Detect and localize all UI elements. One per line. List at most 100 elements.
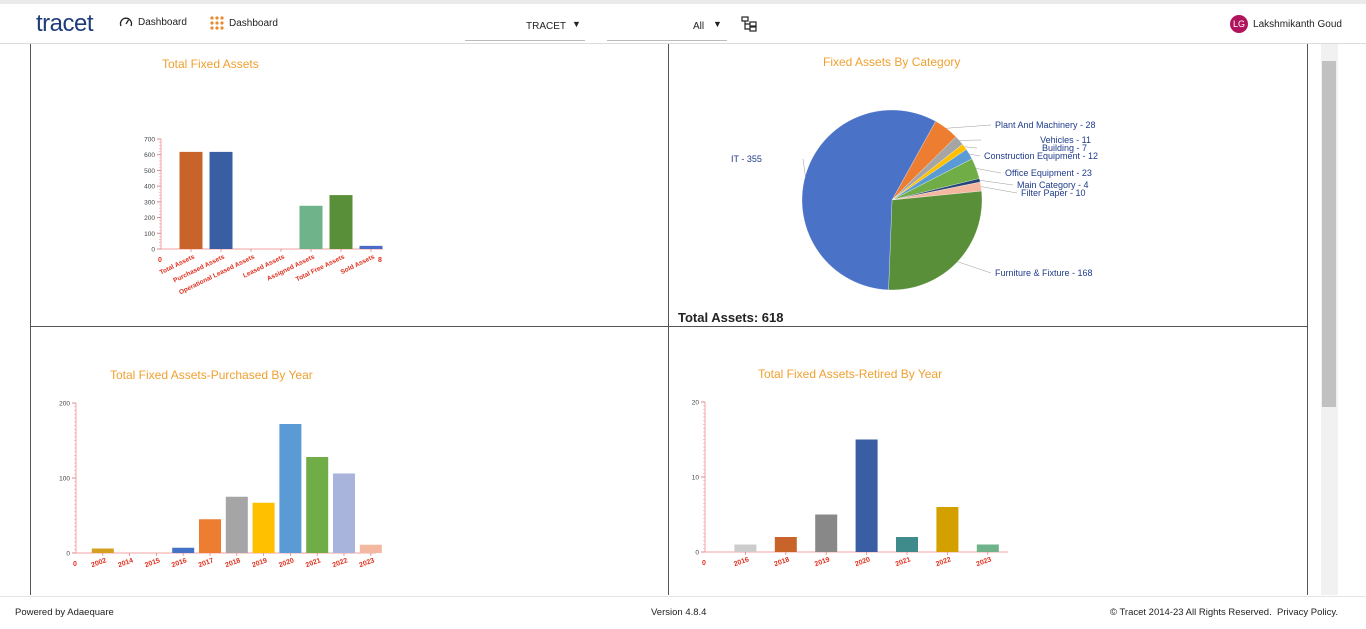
retired-by-year-chart: 0 10 20 0 2016 2018 2019 2020 2021 2022 2023	[692, 400, 1008, 568]
pie-leader-line	[979, 180, 1014, 186]
panel-title: Total Fixed Assets-Purchased By Year	[110, 368, 313, 382]
x-tick-label: 2019	[251, 557, 268, 569]
y-tick-label: 0	[151, 247, 155, 254]
bar	[209, 151, 233, 249]
x-end-label: 8	[378, 257, 382, 264]
caret-down-icon: ▼	[713, 19, 722, 29]
nav-dashboard-1-label: Dashboard	[138, 16, 187, 28]
y-tick-label: 0	[695, 550, 699, 557]
category-pie-chart: Plant And Machinery - 28Vehicles - 11Bui…	[731, 109, 1098, 291]
y-tick-label: 200	[59, 401, 70, 408]
panel-title: Total Fixed Assets	[162, 57, 259, 71]
x-tick-label: 2017	[198, 557, 215, 569]
avatar: LG	[1230, 15, 1249, 33]
total-assets-label: Total Assets: 618	[678, 310, 784, 325]
top-bar: tracet Dashboard Dashboard TRACET ▼ All …	[0, 0, 1366, 44]
bar	[896, 537, 918, 552]
pie-label: Construction Equipment - 12	[984, 151, 1098, 161]
x-tick-label: 2023	[975, 556, 992, 568]
version: Version 4.8.4	[651, 607, 707, 618]
y-tick-label: 300	[144, 199, 155, 206]
x-tick-label: 2014	[117, 557, 134, 569]
x-tick-label: 2021	[305, 557, 322, 569]
bar	[855, 439, 878, 552]
bar	[329, 195, 353, 249]
y-tick-label: 600	[144, 152, 155, 159]
bar	[815, 514, 838, 552]
nav-dashboard-1[interactable]: Dashboard	[119, 16, 187, 28]
bar	[279, 424, 302, 553]
pie-label: Filter Paper - 10	[1021, 188, 1086, 198]
x-tick-label: 2015	[144, 557, 161, 569]
y-tick-label: 0	[66, 551, 70, 558]
pie-leader-line	[976, 168, 1002, 174]
pie-label: Plant And Machinery - 28	[995, 120, 1096, 130]
bar	[172, 547, 195, 553]
y-tick-label: 20	[692, 400, 700, 407]
user-name: Lakshmikanth Goud	[1253, 18, 1342, 30]
scrollbar-thumb[interactable]	[1322, 61, 1336, 407]
pie-leader-line	[957, 261, 992, 274]
bar	[199, 519, 221, 553]
user-menu[interactable]: LG Lakshmikanth Goud	[1230, 15, 1342, 33]
pie-leader-line	[802, 158, 806, 176]
org-select[interactable]: TRACET ▼	[465, 15, 585, 41]
grid-dots-icon	[210, 16, 224, 30]
y-tick-label: 400	[144, 184, 155, 191]
pie-leader-line	[969, 153, 981, 157]
footer: Powered by Adaequare Version 4.8.4 © Tra…	[0, 596, 1366, 629]
x-origin-label: 0	[158, 257, 162, 264]
x-tick-label: 2002	[90, 557, 107, 569]
x-tick-label: Sold Assets	[340, 253, 377, 276]
privacy-policy-link[interactable]: Privacy Policy.	[1277, 607, 1338, 618]
y-tick-label: 100	[144, 231, 155, 238]
bar	[91, 548, 114, 553]
x-tick-label: 2019	[814, 556, 831, 568]
y-tick-label: 100	[59, 476, 70, 483]
bar	[976, 544, 999, 552]
pie-leader-line	[964, 146, 978, 149]
x-tick-label: 2016	[171, 557, 188, 569]
x-tick-label: 2023	[358, 557, 375, 569]
filter-select-value: All	[693, 21, 705, 32]
y-tick-label: 500	[144, 168, 155, 175]
pie-label: IT - 355	[731, 154, 762, 164]
vertical-scrollbar[interactable]	[1321, 44, 1338, 595]
pie-slice	[888, 190, 983, 291]
x-tick-label: 2021	[895, 556, 912, 568]
bar	[359, 544, 382, 553]
x-tick-label: 2022	[935, 556, 952, 568]
tracet-logo[interactable]: tracet	[36, 10, 94, 38]
bar	[299, 205, 323, 249]
hierarchy-icon[interactable]	[741, 16, 757, 32]
x-tick-label: 2018	[224, 557, 241, 569]
bar	[306, 457, 329, 553]
speedometer-icon	[119, 17, 133, 27]
pie-leader-line	[946, 124, 992, 129]
bar	[252, 502, 275, 553]
bar	[225, 496, 248, 553]
panel-by-category: Fixed Assets By Category Plant And Machi…	[669, 44, 1308, 327]
panel-title: Total Fixed Assets-Retired By Year	[758, 367, 943, 381]
bar	[179, 151, 203, 249]
copyright: © Tracet 2014-23 All Rights Reserved.	[1110, 607, 1272, 618]
purchased-by-year-chart: 0 100 200 0 2002 2014 2015 2016 2017 2018 2019 2020…	[59, 401, 382, 569]
nav-dashboard-2[interactable]: Dashboard	[210, 16, 278, 30]
org-select-value: TRACET	[526, 21, 566, 32]
x-origin-label: 0	[73, 561, 77, 568]
caret-down-icon: ▼	[572, 19, 581, 29]
panel-retired-by-year: Total Fixed Assets-Retired By Year 0 10 20…	[669, 327, 1308, 595]
filter-select[interactable]: All ▼	[607, 15, 727, 41]
y-tick-label: 200	[144, 215, 155, 222]
bar	[936, 507, 959, 552]
bar	[774, 537, 797, 552]
nav-dashboard-2-label: Dashboard	[229, 17, 278, 29]
x-tick-label: 2022	[332, 557, 349, 569]
total-fixed-assets-chart: 01002003004005006007000 8Total AssetsPurc…	[144, 137, 383, 296]
y-tick-label: 10	[692, 475, 700, 482]
pie-label: Office Equipment - 23	[1005, 168, 1092, 178]
pie-label: Furniture & Fixture - 168	[995, 268, 1093, 278]
y-tick-label: 700	[144, 137, 155, 144]
x-origin-label: 0	[702, 560, 706, 567]
x-tick-label: 2016	[733, 556, 750, 568]
